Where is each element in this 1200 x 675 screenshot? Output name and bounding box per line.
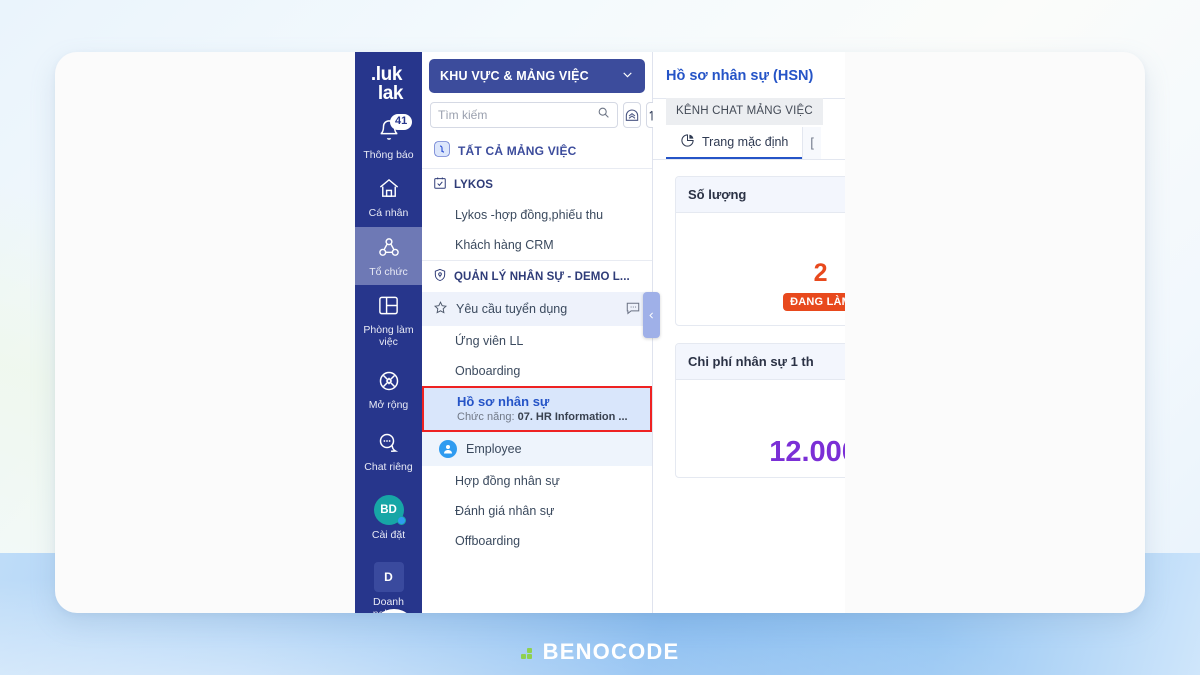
avatar-initials: BD (380, 503, 397, 516)
avatar[interactable]: BD (373, 495, 406, 526)
pie-chart-icon (680, 133, 695, 151)
status-badge: ĐANG LÀM (783, 293, 845, 311)
star-icon (433, 300, 448, 318)
tree-item-label: Hồ sơ nhân sự (457, 394, 550, 409)
rail-item-settings[interactable]: BD Cài đặt (355, 486, 422, 548)
rail-item-personal[interactable]: Cá nhân (355, 168, 422, 226)
kpi-value: 12.000. (769, 436, 845, 468)
rail-item-label: Thông báo (363, 148, 414, 161)
person-icon (439, 440, 457, 458)
kpi-card-body: 2 ĐANG LÀM (676, 213, 845, 323)
search-input[interactable] (438, 108, 593, 122)
logo-line-2: lak (377, 83, 404, 105)
tree-item-employee[interactable]: Employee (422, 432, 652, 466)
app-logo: .luk lak (355, 52, 422, 104)
rail-item-label: Cá nhân (368, 207, 409, 220)
chevron-down-icon[interactable] (621, 68, 634, 84)
rail-item-label: Mở rộng (368, 398, 409, 411)
rail-item-expand[interactable]: Mở rộng (355, 360, 422, 418)
kpi-card-title: Chi phí nhân sự 1 th (676, 344, 845, 380)
tree-item-recruitment-request[interactable]: Yêu cầu tuyển dụng (422, 292, 652, 326)
kpi-card-body: 12.000. (676, 380, 845, 475)
workspace-search-row (422, 93, 685, 135)
rail-item-business[interactable]: D Doanh nghiệp (355, 553, 422, 613)
workspace-icon (357, 294, 420, 320)
content-panel: Hồ sơ nhân sự (HSN) KÊNH CHAT MẢNG VIỆC … (643, 52, 845, 613)
kpi-card-title: Số lượng (676, 177, 845, 213)
tree-item-label: Employee (466, 442, 522, 456)
page-title: Hồ sơ nhân sự (HSN) (653, 52, 845, 99)
tab-label: Trang mặc định (702, 135, 789, 149)
rail-item-label: Cài đặt (371, 529, 406, 542)
kpi-card-quantity: Số lượng 2 ĐANG LÀM (675, 176, 845, 326)
business-initial: D (384, 569, 393, 584)
tree-item-label: Yêu cầu tuyển dụng (456, 302, 568, 316)
tree-item-sublabel: Chức năng: 07. HR Information ... (457, 411, 639, 423)
all-work-label: TẤT CẢ MẢNG VIỆC (458, 143, 577, 158)
tree-item-onboarding[interactable]: Onboarding (422, 356, 652, 386)
home-icon (357, 177, 420, 203)
tab-next[interactable]: [ (802, 127, 821, 159)
left-nav-rail: .luk lak 41 Thông báo Cá nhân Tổ chức Ph… (355, 52, 422, 613)
rail-item-notifications[interactable]: 41 Thông báo (355, 110, 422, 168)
tree-item-hr-contract[interactable]: Hợp đồng nhân sự (422, 466, 652, 496)
rail-item-organization[interactable]: Tổ chức (355, 226, 422, 285)
organization-icon (357, 236, 420, 262)
tree-item-crm-customer[interactable]: Khách hàng CRM (422, 230, 652, 260)
rail-item-label: Tổ chức (369, 265, 408, 278)
panel-collapse-handle[interactable] (643, 292, 660, 338)
expand-icon (357, 369, 420, 395)
chat-icon (357, 431, 420, 457)
sublabel-value: 07. HR Information ... (517, 411, 628, 423)
checklist-icon (433, 176, 447, 193)
kpi-value: 2 (813, 259, 828, 287)
search-box[interactable] (430, 102, 618, 128)
kpi-value-group: 12.000. (769, 436, 845, 469)
workspace-header-title: KHU VỰC & MẢNG VIỆC (440, 69, 589, 83)
tree-item-candidate[interactable]: Ứng viên LL (422, 326, 652, 356)
tree-item-hr-evaluation[interactable]: Đánh giá nhân sự (422, 496, 652, 526)
tree-item-hr-profile-selected[interactable]: Hồ sơ nhân sự Chức năng: 07. HR Informat… (422, 386, 652, 432)
tree-group-label: QUẢN LÝ NHÂN SỰ - DEMO L... (454, 270, 630, 283)
notification-badge: 41 (390, 113, 413, 130)
all-work-areas-row[interactable]: TẤT CẢ MẢNG VIỆC (422, 135, 652, 168)
rail-item-label: Chat riêng (364, 461, 413, 473)
chat-bubble-icon[interactable] (625, 301, 641, 318)
collapse-all-icon[interactable] (623, 102, 641, 128)
tree-group-label: LYKOS (454, 178, 494, 191)
rail-item-workspace[interactable]: Phòng làm việc (355, 285, 422, 356)
tree-group-hr[interactable]: QUẢN LÝ NHÂN SỰ - DEMO L... (422, 260, 652, 292)
search-icon[interactable] (597, 106, 610, 124)
tab-default-page[interactable]: Trang mặc định (666, 127, 803, 159)
logo-line-1: .luk (370, 64, 403, 85)
tree-group-lykos[interactable]: LYKOS (422, 168, 652, 200)
kpi-card-hr-cost: Chi phí nhân sự 1 th 12.000. (675, 343, 845, 478)
watermark-text: BENOCODE (542, 639, 680, 664)
workspace-panel: KHU VỰC & MẢNG VIỆC Tìm kiếm TẤT CẢ MẢNG… (422, 52, 685, 613)
sublabel-prefix: Chức năng: (457, 411, 518, 423)
screenshot-card: .luk lak 41 Thông báo Cá nhân Tổ chức Ph… (55, 52, 1145, 613)
content-tabs: Trang mặc định [ (653, 127, 845, 160)
kpi-value-group: 2 ĐANG LÀM (783, 261, 845, 311)
tree-item-lykos-contract[interactable]: Lykos -hợp đồng,phiếu thu (422, 200, 652, 230)
tree-item-offboarding[interactable]: Offboarding (422, 526, 652, 556)
online-status-dot (396, 516, 406, 526)
workspace-header[interactable]: KHU VỰC & MẢNG VIỆC (429, 59, 645, 93)
benocode-dots-icon (520, 645, 536, 660)
app-window: .luk lak 41 Thông báo Cá nhân Tổ chức Ph… (355, 52, 845, 613)
tab-work-chat-channel[interactable]: KÊNH CHAT MẢNG VIỆC (666, 98, 823, 125)
watermark: BENOCODE (0, 639, 1200, 665)
rail-item-private-chat[interactable]: Chat riêng (355, 422, 422, 480)
rail-item-label: Phòng làm việc (363, 323, 414, 349)
shield-icon (433, 268, 447, 285)
all-work-icon (434, 141, 450, 160)
business-card-icon: D (373, 561, 404, 592)
